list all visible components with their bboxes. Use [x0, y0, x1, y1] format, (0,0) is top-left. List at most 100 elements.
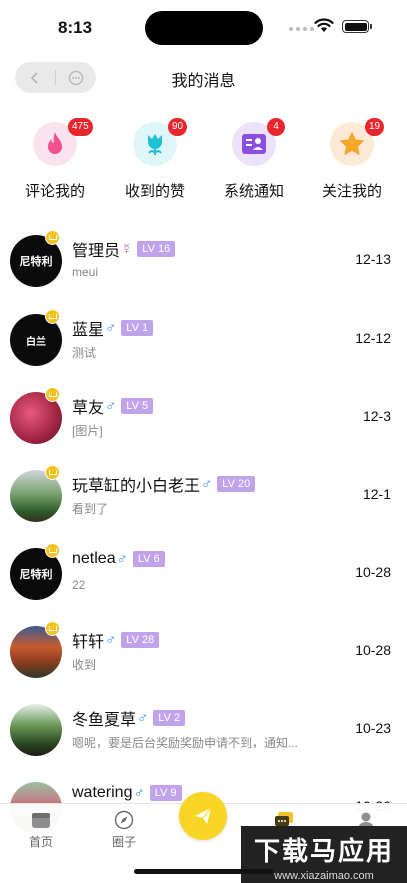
level-badge: LV 1 — [121, 320, 154, 336]
user-name: netlea — [72, 550, 116, 567]
vip-crown-icon — [45, 543, 60, 558]
level-badge: LV 6 — [132, 551, 165, 567]
category-likes[interactable]: 90 收到的赞 — [105, 118, 205, 201]
name-line: 蓝星 ♂ LV 1 — [72, 316, 154, 340]
gender-icon: ♂ — [105, 397, 117, 415]
message-date: 12-13 — [355, 251, 391, 267]
gender-icon: ♂ — [201, 475, 213, 493]
message-row[interactable]: 冬鱼夏草 ♂ LV 2 嗯呢，要是后台奖励奖励申请不到，通知... 10-23 — [0, 702, 407, 780]
flame-icon — [48, 132, 62, 154]
level-badge: LV 5 — [121, 398, 154, 414]
level-badge: LV 16 — [137, 241, 176, 257]
message-preview: 收到 — [72, 658, 97, 672]
message-date: 12-3 — [362, 408, 391, 424]
compass-icon — [114, 810, 134, 830]
category-label: 评论我的 — [24, 183, 85, 200]
dynamic-island — [145, 11, 263, 45]
category-icon-wrap: 4 — [232, 118, 285, 166]
category-icon-wrap: 90 — [133, 118, 188, 166]
category-follows[interactable]: 19 关注我的 — [302, 118, 402, 201]
vip-crown-icon — [45, 230, 60, 245]
message-preview: 测试 — [72, 346, 97, 360]
notice-card-icon — [242, 134, 266, 154]
home-icon — [32, 813, 50, 828]
level-badge: LV 2 — [153, 710, 186, 726]
user-name: 草友 — [72, 400, 105, 417]
message-row[interactable]: 玩草缸的小白老王 ♂ LV 20 看到了 12-1 — [0, 465, 407, 546]
watermark: 下载马应用 www.xiazaimao.com — [241, 826, 407, 883]
wifi-icon — [314, 18, 334, 32]
level-badge: LV 28 — [121, 632, 160, 648]
gender-icon: ♂ — [105, 631, 117, 649]
user-name: 轩轩 — [72, 634, 105, 651]
category-label: 收到的赞 — [124, 183, 185, 200]
signal-icon — [289, 27, 314, 31]
message-date: 10-23 — [355, 720, 391, 736]
level-badge: LV 20 — [217, 476, 256, 492]
message-date: 10-28 — [355, 642, 391, 658]
category-icon-wrap: 19 — [330, 118, 385, 166]
unread-badge: 4 — [267, 118, 285, 136]
gender-icon: ♂ — [137, 709, 149, 727]
message-date: 12-12 — [355, 330, 391, 346]
page-title: 我的消息 — [171, 73, 236, 90]
avatar-brand-text: 尼特利 — [19, 256, 53, 268]
user-name: 冬鱼夏草 — [72, 712, 137, 729]
battery-icon — [342, 20, 372, 33]
message-row[interactable]: 轩轩 ♂ LV 28 收到 10-28 — [0, 621, 407, 702]
category-label: 系统通知 — [223, 183, 284, 200]
unread-badge: 19 — [365, 118, 385, 136]
message-row[interactable]: 尼特利 netlea ♂ LV 6 22 10-28 — [0, 543, 407, 624]
user-name: watering — [72, 784, 133, 801]
message-preview: meui — [72, 265, 99, 279]
name-line: 冬鱼夏草 ♂ LV 2 — [72, 706, 186, 730]
name-line: watering ♂ LV 9 — [72, 784, 182, 802]
level-badge: LV 9 — [149, 785, 182, 801]
avatar-brand-text: 尼特利 — [19, 569, 53, 581]
star-icon — [340, 132, 364, 155]
watermark-main: 下载马应用 — [253, 836, 394, 866]
message-row[interactable]: 草友 ♂ LV 5 [图片] 12-3 — [0, 387, 407, 468]
avatar-brand-text: 白兰 — [26, 336, 46, 348]
gender-icon: ☿ — [121, 240, 133, 258]
tab-label: 圈子 — [111, 835, 136, 849]
user-name: 玩草缸的小白老王 — [72, 478, 201, 495]
home-indicator — [134, 869, 273, 874]
unread-badge: 475 — [68, 118, 93, 136]
name-line: netlea ♂ LV 6 — [72, 550, 165, 568]
name-line: 草友 ♂ LV 5 — [72, 394, 154, 418]
vip-crown-icon — [45, 621, 60, 636]
message-category-row: 475 评论我的 90 收到的赞 4 系统通知 19 关注我的 — [0, 118, 407, 212]
category-system[interactable]: 4 系统通知 — [204, 118, 304, 201]
user-name: 管理员 — [72, 243, 121, 260]
name-line: 轩轩 ♂ LV 28 — [72, 628, 160, 652]
status-time: 8:13 — [58, 18, 93, 37]
message-row[interactable]: 尼特利 管理员 ☿ LV 16 meui 12-13 — [0, 230, 407, 311]
gender-icon: ♂ — [116, 550, 128, 568]
message-date: 12-1 — [362, 486, 391, 502]
name-line: 玩草缸的小白老王 ♂ LV 20 — [72, 472, 256, 496]
tab-label: 首页 — [28, 835, 53, 849]
message-row[interactable]: 白兰 蓝星 ♂ LV 1 测试 12-12 — [0, 309, 407, 390]
compose-fab[interactable] — [179, 792, 227, 840]
category-comments[interactable]: 475 评论我的 — [5, 118, 105, 201]
status-bar: 8:13 — [0, 0, 407, 54]
vip-crown-icon — [45, 465, 60, 480]
message-preview: 看到了 — [72, 502, 109, 516]
message-preview: 嗯呢，要是后台奖励奖励申请不到，通知... — [72, 736, 299, 750]
send-icon — [195, 807, 212, 824]
unread-badge: 90 — [168, 118, 188, 136]
tab-home[interactable]: 首页 — [11, 810, 71, 850]
avatar — [10, 704, 62, 756]
gender-icon: ♂ — [105, 319, 117, 337]
user-name: 蓝星 — [72, 322, 105, 339]
name-line: 管理员 ☿ LV 16 — [72, 237, 176, 261]
message-preview: [图片] — [72, 424, 103, 438]
tulip-icon — [148, 134, 162, 155]
vip-crown-icon — [45, 387, 60, 402]
vip-crown-icon — [45, 309, 60, 324]
tab-circle[interactable]: 圈子 — [94, 810, 154, 850]
message-date: 10-28 — [355, 564, 391, 580]
gender-icon: ♂ — [133, 784, 145, 802]
message-preview: 22 — [72, 578, 86, 592]
